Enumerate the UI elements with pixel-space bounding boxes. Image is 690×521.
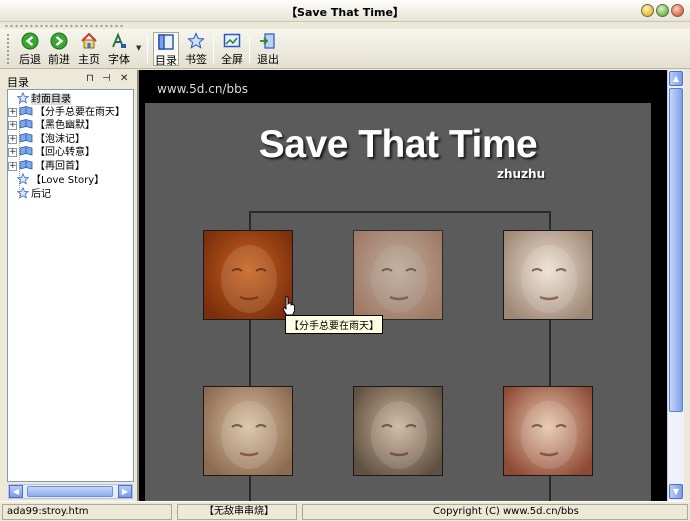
title-bar: 【Save That Time】 [0, 0, 690, 22]
panel-autohide-icon[interactable]: ⊣ [102, 73, 111, 84]
expand-plus-icon[interactable]: + [8, 134, 17, 144]
book-icon [19, 146, 33, 156]
window-title: 【Save That Time】 [286, 6, 404, 19]
photo-2[interactable] [353, 230, 443, 320]
exit-label: 退出 [257, 53, 279, 66]
tree-item[interactable]: + 【泡沫记】 [8, 132, 85, 146]
tree-item[interactable]: + 【回心转意】 [8, 146, 95, 159]
bookmark-star-icon [187, 32, 205, 49]
site-url-text: www.5d.cn/bbs [157, 82, 248, 96]
status-path: ada99:stroy.htm [2, 504, 172, 520]
scroll-left-icon[interactable]: ◀ [9, 485, 23, 498]
star-icon [17, 173, 29, 185]
photo-tooltip: 【分手总要在雨天】 [285, 315, 383, 334]
bookmark-button[interactable]: 书签 [183, 32, 209, 66]
toc-icon [158, 34, 174, 50]
scroll-up-icon[interactable]: ▲ [669, 71, 683, 86]
toc-horizontal-scrollbar[interactable]: ◀ ▶ [8, 484, 133, 499]
toolbar-grip[interactable] [6, 33, 10, 65]
tree-item-label: 【分手总要在雨天】 [35, 106, 125, 118]
tree-item-label: 【Love Story】 [31, 175, 105, 186]
tree-item-label: 【回心转意】 [35, 147, 95, 158]
toolbar-separator [213, 35, 214, 63]
expand-plus-icon[interactable]: + [8, 161, 17, 171]
font-button[interactable]: 字体 [106, 32, 132, 66]
home-button[interactable]: 主页 [76, 32, 102, 66]
status-section: 【无敌串串烧】 [177, 504, 297, 520]
star-icon [17, 92, 29, 104]
scroll-thumb[interactable] [27, 486, 113, 497]
toolbar-separator [249, 35, 250, 63]
tree-item-label: 【泡沫记】 [35, 133, 85, 145]
back-arrow-icon [21, 32, 39, 50]
photo-5[interactable] [353, 386, 443, 476]
photo-4[interactable] [203, 386, 293, 476]
cover-stage: Save That Time zhuzhu 【分手总要在雨天】 [145, 103, 651, 501]
toc-label: 目录 [155, 54, 177, 67]
tree-item[interactable]: 后记 [17, 186, 51, 200]
cover-subtitle: zhuzhu [497, 167, 546, 181]
expand-plus-icon[interactable]: + [8, 121, 17, 130]
tree-item[interactable]: + 【黑色幽默】 [8, 119, 95, 132]
book-icon [19, 132, 33, 143]
status-copyright: Copyright (C) www.5d.cn/bbs [302, 504, 688, 520]
scroll-down-icon[interactable]: ▼ [669, 484, 683, 499]
panel-close-icon[interactable]: ✕ [120, 73, 128, 84]
tree-item-label: 后记 [31, 188, 51, 200]
exit-door-icon [260, 33, 275, 49]
fullscreen-label: 全屏 [221, 53, 243, 66]
font-dropdown-icon[interactable]: ▼ [136, 44, 141, 52]
exit-button[interactable]: 退出 [255, 32, 281, 66]
home-icon [81, 32, 97, 49]
font-label: 字体 [108, 53, 130, 66]
book-icon [19, 119, 33, 129]
home-label: 主页 [78, 53, 100, 66]
toc-panel-header: 目录 ⊓ ⊣ ✕ [0, 70, 137, 89]
expand-plus-icon[interactable]: + [8, 148, 17, 157]
toc-tree: 封面目录 + 【分手总要在雨天】 + 【黑色幽默】 + 【泡沫记】 + 【回心转意】 + 【再回首】… [7, 89, 134, 482]
forward-arrow-icon [50, 32, 68, 50]
vertical-scroll-thumb[interactable] [669, 88, 683, 412]
expand-plus-icon[interactable]: + [8, 107, 17, 117]
tree-item-label: 【再回首】 [35, 160, 85, 172]
minimize-button[interactable] [641, 4, 654, 17]
fullscreen-icon [223, 33, 241, 48]
bookmark-label: 书签 [185, 53, 207, 66]
tree-item[interactable]: + 【再回首】 [8, 159, 85, 173]
tree-item-label: 封面目录 [31, 94, 71, 105]
back-button[interactable]: 后退 [17, 32, 43, 66]
tree-item[interactable]: 封面目录 [17, 92, 71, 105]
toolbar: 后退 前进 主页 字体 ▼ 目录 书签 全屏 退出 [0, 29, 690, 69]
photo-6[interactable] [503, 386, 593, 476]
tree-item-label: 【黑色幽默】 [35, 120, 95, 131]
close-window-button[interactable] [671, 4, 684, 17]
content-vertical-scrollbar[interactable]: ▲ ▼ [667, 70, 684, 501]
book-icon [19, 159, 33, 170]
photo-1[interactable] [203, 230, 293, 320]
content-area: www.5d.cn/bbs Save That Time zhuzhu 【分手总… [137, 70, 667, 501]
hand-cursor-icon [282, 296, 295, 316]
scroll-right-icon[interactable]: ▶ [118, 485, 132, 498]
book-icon [19, 105, 33, 116]
star-icon [17, 186, 29, 199]
font-icon [112, 32, 126, 48]
toolbar-separator [147, 35, 148, 63]
forward-button[interactable]: 前进 [46, 32, 72, 66]
status-bar: ada99:stroy.htm 【无敌串串烧】 Copyright (C) ww… [0, 501, 690, 521]
tree-item[interactable]: 【Love Story】 [17, 173, 104, 186]
panel-pin-icon[interactable]: ⊓ [86, 73, 94, 84]
tree-item[interactable]: + 【分手总要在雨天】 [8, 105, 125, 119]
fullscreen-button[interactable]: 全屏 [219, 32, 245, 66]
photo-3[interactable] [503, 230, 593, 320]
forward-label: 前进 [48, 53, 70, 66]
cover-title: Save That Time [258, 123, 538, 166]
back-label: 后退 [19, 53, 41, 66]
toc-panel-title: 目录 [7, 76, 29, 89]
maximize-button[interactable] [656, 4, 669, 17]
toc-panel: 目录 ⊓ ⊣ ✕ 封面目录 + 【分手总要在雨天】 + 【黑色幽默】 + 【泡沫记】 + 【回心… [0, 70, 137, 501]
toc-button[interactable]: 目录 [153, 32, 179, 67]
